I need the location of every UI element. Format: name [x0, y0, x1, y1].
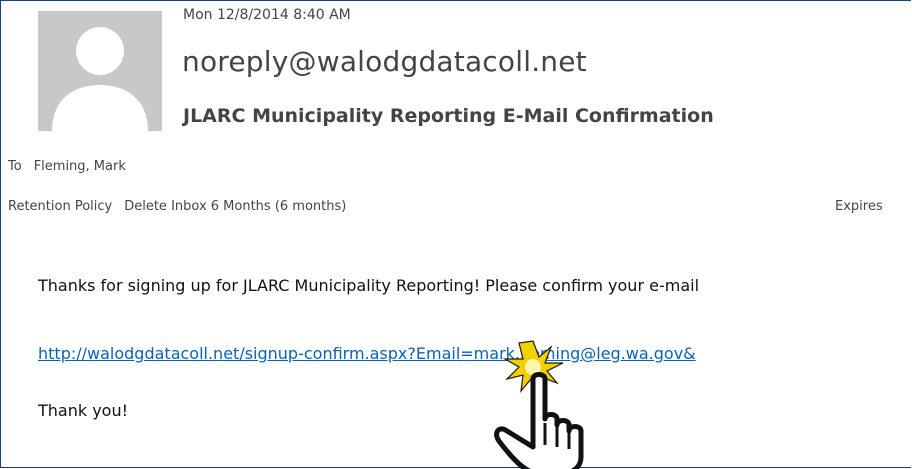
email-reading-pane: Mon 12/8/2014 8:40 AM noreply@walodgdata… [0, 0, 911, 469]
retention-label: Retention Policy [8, 199, 113, 214]
recipients-row: To Fleming, Mark [8, 159, 126, 174]
expires-label: Expires [835, 199, 883, 214]
message-date: Mon 12/8/2014 8:40 AM [183, 7, 351, 23]
body-thanks-line: Thank you! [38, 401, 129, 420]
message-subject: JLARC Municipality Reporting E-Mail Conf… [183, 105, 714, 127]
hand-pointer-click-icon [453, 333, 603, 469]
contact-avatar-icon [38, 11, 162, 131]
to-label: To [8, 159, 22, 174]
retention-value: Delete Inbox 6 Months (6 months) [124, 199, 347, 214]
body-text-line: Thanks for signing up for JLARC Municipa… [38, 276, 700, 295]
sender-address[interactable]: noreply@walodgdatacoll.net [182, 45, 587, 78]
recipient-name[interactable]: Fleming, Mark [34, 159, 126, 174]
retention-policy-row: Retention Policy Delete Inbox 6 Months (6… [8, 199, 908, 214]
